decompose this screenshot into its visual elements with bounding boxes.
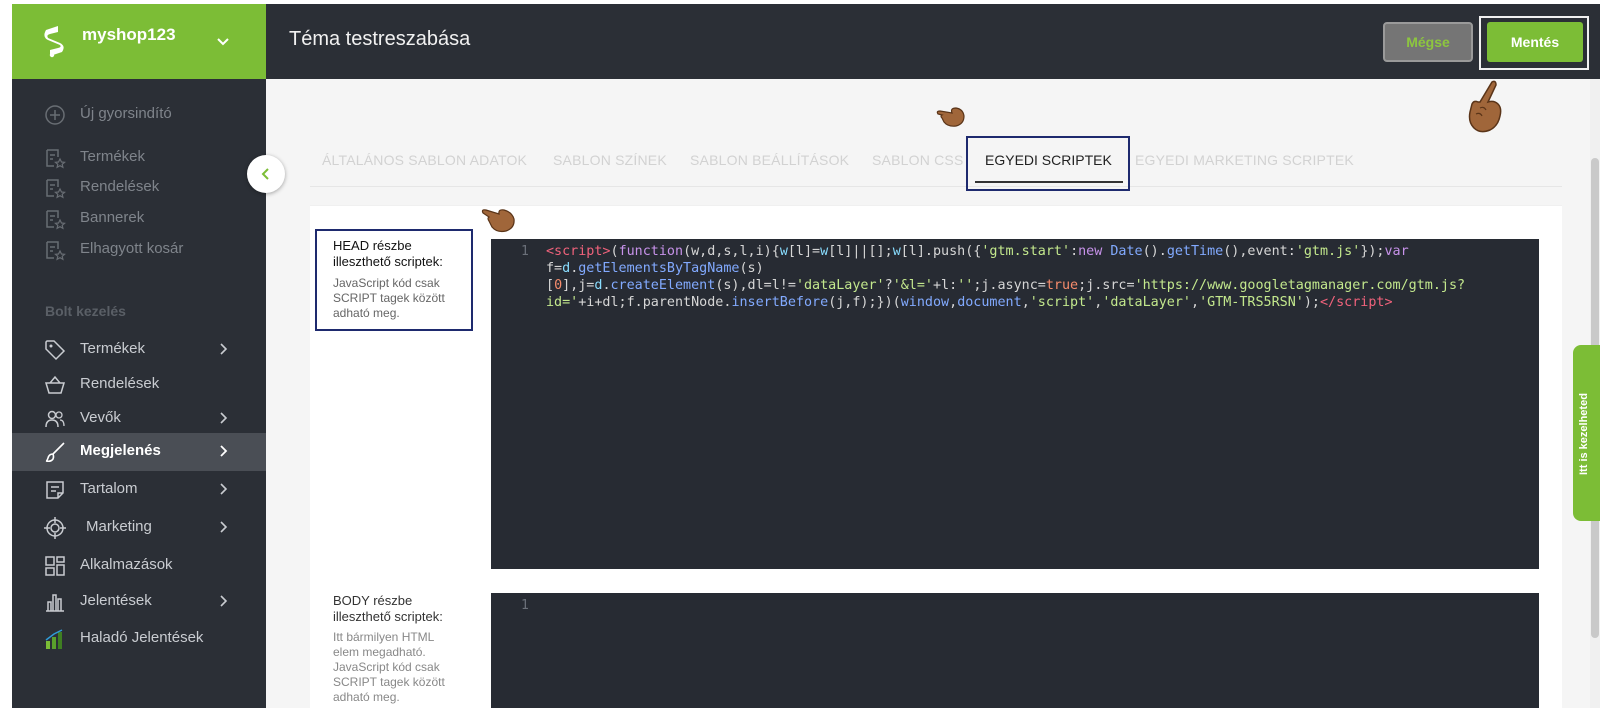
shop-logo-icon	[44, 26, 64, 58]
sidebar-item-orders[interactable]: Rendelések	[12, 366, 266, 402]
tab-custom-marketing-scripts[interactable]: EGYEDI MARKETING SCRIPTEK	[1135, 152, 1354, 168]
page: Téma testreszabása Mégse Mentés myshop12…	[0, 0, 1600, 708]
sidebar-item-label: Jelentések	[80, 592, 152, 609]
sidebar-item-label: Elhagyott kosár	[80, 240, 184, 257]
bar-chart-icon	[46, 594, 64, 612]
pointing-hand-icon	[1468, 80, 1502, 133]
tab-template-settings[interactable]: SABLON BEÁLLÍTÁSOK	[690, 152, 849, 168]
chevron-down-icon	[217, 38, 229, 46]
shop-name: myshop123	[82, 25, 176, 44]
sidebar-item-shortcut-abandoned-cart[interactable]: Elhagyott kosár	[12, 231, 266, 267]
users-icon	[45, 410, 65, 428]
line-number: 1	[521, 598, 529, 613]
apps-grid-icon	[45, 556, 65, 576]
chevron-right-icon	[220, 521, 228, 533]
tag-icon	[45, 340, 66, 361]
chevron-right-icon	[220, 595, 228, 607]
tab-general-template-data[interactable]: ÁLTALÁNOS SABLON ADATOK	[322, 152, 527, 168]
advanced-chart-icon	[45, 629, 63, 649]
chevron-right-icon	[220, 483, 228, 495]
cancel-button[interactable]: Mégse	[1383, 22, 1473, 62]
body-scripts-help: Itt bármilyen HTML elem megadható. JavaS…	[333, 630, 445, 704]
starred-list-icon	[46, 149, 66, 169]
sidebar-item-label: Alkalmazások	[80, 556, 173, 573]
active-tab-underline	[975, 181, 1123, 183]
save-button[interactable]: Mentés	[1487, 22, 1583, 62]
pointing-hand-icon	[936, 107, 965, 127]
sidebar-item-products[interactable]: Termékek	[12, 331, 266, 367]
sidebar-item-label: Marketing	[86, 518, 152, 535]
shop-switcher[interactable]: myshop123	[12, 4, 266, 79]
sidebar-section-title: Bolt kezelés	[45, 303, 126, 319]
head-scripts-editor[interactable]: 1 <script>(function(w,d,s,l,i){w[l]=w[l]…	[491, 239, 1539, 569]
line-number: 1	[521, 244, 529, 259]
sidebar: myshop123 Új gyorsindító Termékek Rendel…	[12, 4, 266, 708]
plus-circle-icon	[45, 105, 65, 125]
help-side-tab-label: Itt is kezelheted	[1578, 393, 1590, 475]
body-scripts-editor[interactable]: 1	[491, 593, 1539, 708]
top-bar: Téma testreszabása Mégse Mentés	[266, 4, 1600, 79]
pointing-hand-icon	[481, 209, 515, 233]
sidebar-item-label: Tartalom	[80, 480, 138, 497]
starred-list-icon	[46, 179, 66, 199]
starred-list-icon	[46, 241, 66, 261]
sidebar-item-label: Rendelések	[80, 375, 160, 392]
tab-custom-scripts[interactable]: EGYEDI SCRIPTEK	[985, 152, 1112, 168]
theme-tabs: ÁLTALÁNOS SABLON ADATOK SABLON SZÍNEK SA…	[310, 141, 1562, 187]
basket-icon	[44, 375, 66, 394]
sidebar-item-reports[interactable]: Jelentések	[12, 583, 266, 619]
starred-list-icon	[46, 210, 66, 230]
sidebar-item-advanced-reports[interactable]: Haladó Jelentések	[12, 620, 266, 656]
sidebar-item-label: Haladó Jelentések	[80, 629, 204, 646]
tab-template-colors[interactable]: SABLON SZÍNEK	[553, 152, 667, 168]
sidebar-item-label: Termékek	[80, 148, 146, 165]
sidebar-collapse-button[interactable]	[247, 155, 285, 193]
sidebar-item-appearance[interactable]: Megjelenés	[12, 433, 266, 471]
sidebar-item-label: Vevők	[80, 409, 121, 426]
chevron-right-icon	[220, 343, 228, 355]
sidebar-item-label: Új gyorsindító	[80, 105, 172, 122]
chevron-right-icon	[220, 412, 228, 424]
chevron-left-icon	[261, 168, 269, 180]
head-scripts-label: HEAD részbe illeszthető scriptek:	[333, 238, 443, 269]
sidebar-item-label: Megjelenés	[80, 442, 161, 459]
sidebar-item-customers[interactable]: Vevők	[12, 400, 266, 436]
chevron-right-icon	[220, 445, 228, 457]
head-scripts-help: JavaScript kód csak SCRIPT tagek között …	[333, 276, 445, 320]
sidebar-item-label: Termékek	[80, 340, 146, 357]
brush-icon	[45, 442, 65, 463]
document-icon	[46, 481, 64, 499]
sidebar-item-content[interactable]: Tartalom	[12, 471, 266, 507]
sidebar-item-label: Bannerek	[80, 209, 145, 226]
sidebar-item-quick-start[interactable]: Új gyorsindító	[12, 96, 266, 132]
body-scripts-label: BODY részbe illeszthető scriptek:	[333, 593, 443, 624]
page-title: Téma testreszabása	[289, 28, 471, 50]
head-scripts-code: <script>(function(w,d,s,l,i){w[l]=w[l]||…	[546, 244, 1466, 310]
sidebar-item-apps[interactable]: Alkalmazások	[12, 547, 266, 583]
sidebar-item-marketing[interactable]: Marketing	[12, 509, 266, 545]
tab-template-css[interactable]: SABLON CSS	[872, 152, 963, 168]
sidebar-item-label: Rendelések	[80, 178, 160, 195]
target-icon	[44, 517, 66, 539]
